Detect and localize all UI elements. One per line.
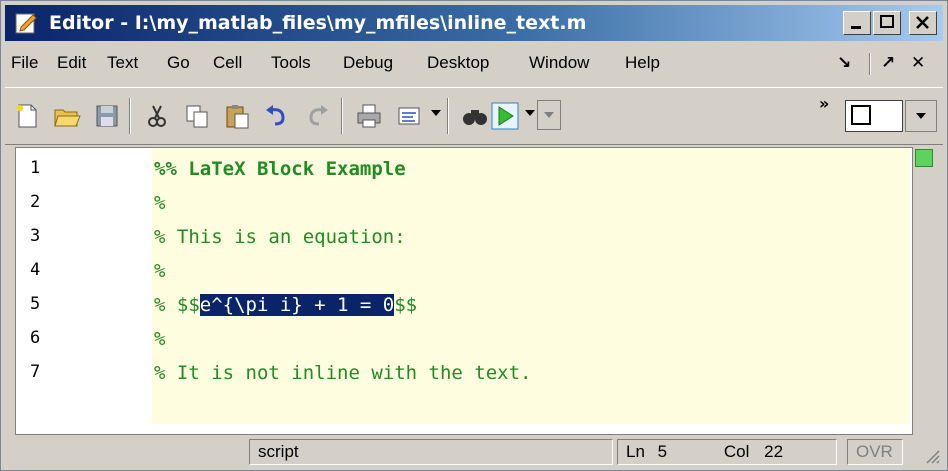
close-icon [916,16,929,29]
ovr-indicator: OVR [847,439,903,465]
line-number: 5 [30,294,41,314]
menu-debug[interactable]: Debug [343,51,393,75]
col-label: Col [723,442,750,461]
menu-cell[interactable]: Cell [213,51,242,75]
code-suffix: $$ [394,294,418,316]
ln-value: 5 [657,442,668,461]
save-icon[interactable] [93,102,121,130]
menu-help[interactable]: Help [625,51,660,75]
dock-icon[interactable]: ↘ [837,51,851,75]
paste-icon[interactable] [223,102,251,130]
code-text: % [154,260,166,282]
code-text: % This is an equation: [154,226,406,248]
code-text: % [154,328,166,350]
menu-desktop[interactable]: Desktop [427,51,489,75]
window-title: Editor - I:\my_matlab_files\my_mfiles\in… [49,12,587,34]
menu-go[interactable]: Go [167,51,190,75]
ln-label: Ln [626,442,645,461]
menu-bar: File Edit Text Go Cell Tools Debug Deskt… [5,45,943,83]
chevron-down-icon [544,112,554,118]
comment-icon[interactable] [395,102,423,130]
code-line[interactable]: 1 %% LaTeX Block Example [16,152,912,186]
code-line[interactable]: 5 % $$e^{\pi i} + 1 = 0$$ [16,288,912,322]
more-tools-icon[interactable]: » [819,94,829,113]
minimize-icon [851,26,861,29]
maximize-icon [880,15,894,28]
code-text: % It is not inline with the text. [154,362,532,384]
status-position: Ln 5 Col 22 [617,439,837,465]
toolbar: » [5,87,943,145]
code-line[interactable]: 3 % This is an equation: [16,220,912,254]
run-dropdown-icon[interactable] [525,110,535,116]
code-editor[interactable]: 1 %% LaTeX Block Example 2 % 3 % This is… [15,147,913,435]
open-folder-icon[interactable] [53,102,81,130]
line-number: 4 [30,260,41,280]
line-number: 1 [30,158,41,178]
menu-window[interactable]: Window [529,51,589,75]
print-icon[interactable] [355,102,383,130]
code-text: % $$e^{\pi i} + 1 = 0$$ [154,294,417,316]
code-line[interactable]: 2 % [16,186,912,220]
toolbar-separator [129,98,131,134]
title-bar[interactable]: Editor - I:\my_matlab_files\my_mfiles\in… [5,5,943,41]
close-doc-icon[interactable]: ✕ [911,51,925,75]
toolbar-separator [341,98,343,134]
code-text: % [154,192,166,214]
copy-icon[interactable] [183,102,211,130]
status-bar: script Ln 5 Col 22 OVR [5,437,943,467]
status-mode: script [249,439,613,465]
editor-app-icon [15,13,37,34]
menu-separator [869,53,871,75]
undock-icon[interactable]: ↗ [881,51,895,75]
toolbar-separator [447,98,449,134]
layout-dropdown-button[interactable] [905,100,937,132]
col-value: 22 [764,442,784,461]
code-line[interactable]: 7 % It is not inline with the text. [16,356,912,390]
code-line[interactable]: 6 % [16,322,912,356]
menu-edit[interactable]: Edit [57,51,86,75]
redo-icon[interactable] [303,102,331,130]
comment-dropdown-icon[interactable] [431,110,441,116]
maximize-button[interactable] [873,11,901,35]
code-prefix: % $$ [154,294,200,316]
new-file-icon[interactable] [13,102,41,130]
menu-text[interactable]: Text [107,51,138,75]
undo-icon[interactable] [263,102,291,130]
code-text: %% LaTeX Block Example [154,158,406,180]
chevron-down-icon [916,113,926,119]
line-number: 3 [30,226,41,246]
selected-text[interactable]: e^{\pi i} + 1 = 0 [199,294,395,316]
close-button[interactable] [909,11,937,35]
find-icon[interactable] [461,102,489,130]
menu-file[interactable]: File [11,51,38,75]
menu-tools[interactable]: Tools [271,51,311,75]
run-icon[interactable] [491,102,519,130]
cut-icon[interactable] [143,102,171,130]
minimize-button[interactable] [843,11,871,35]
line-number: 7 [30,362,41,382]
code-line[interactable]: 4 % [16,254,912,288]
run-options-button[interactable] [537,100,561,130]
mlint-status-indicator[interactable] [915,149,933,167]
line-number: 2 [30,192,41,212]
layout-select[interactable] [845,100,903,132]
resize-grip-icon[interactable] [923,447,941,465]
layout-icon [851,105,871,125]
line-number: 6 [30,328,41,348]
editor-window: Editor - I:\my_matlab_files\my_mfiles\in… [0,0,948,471]
